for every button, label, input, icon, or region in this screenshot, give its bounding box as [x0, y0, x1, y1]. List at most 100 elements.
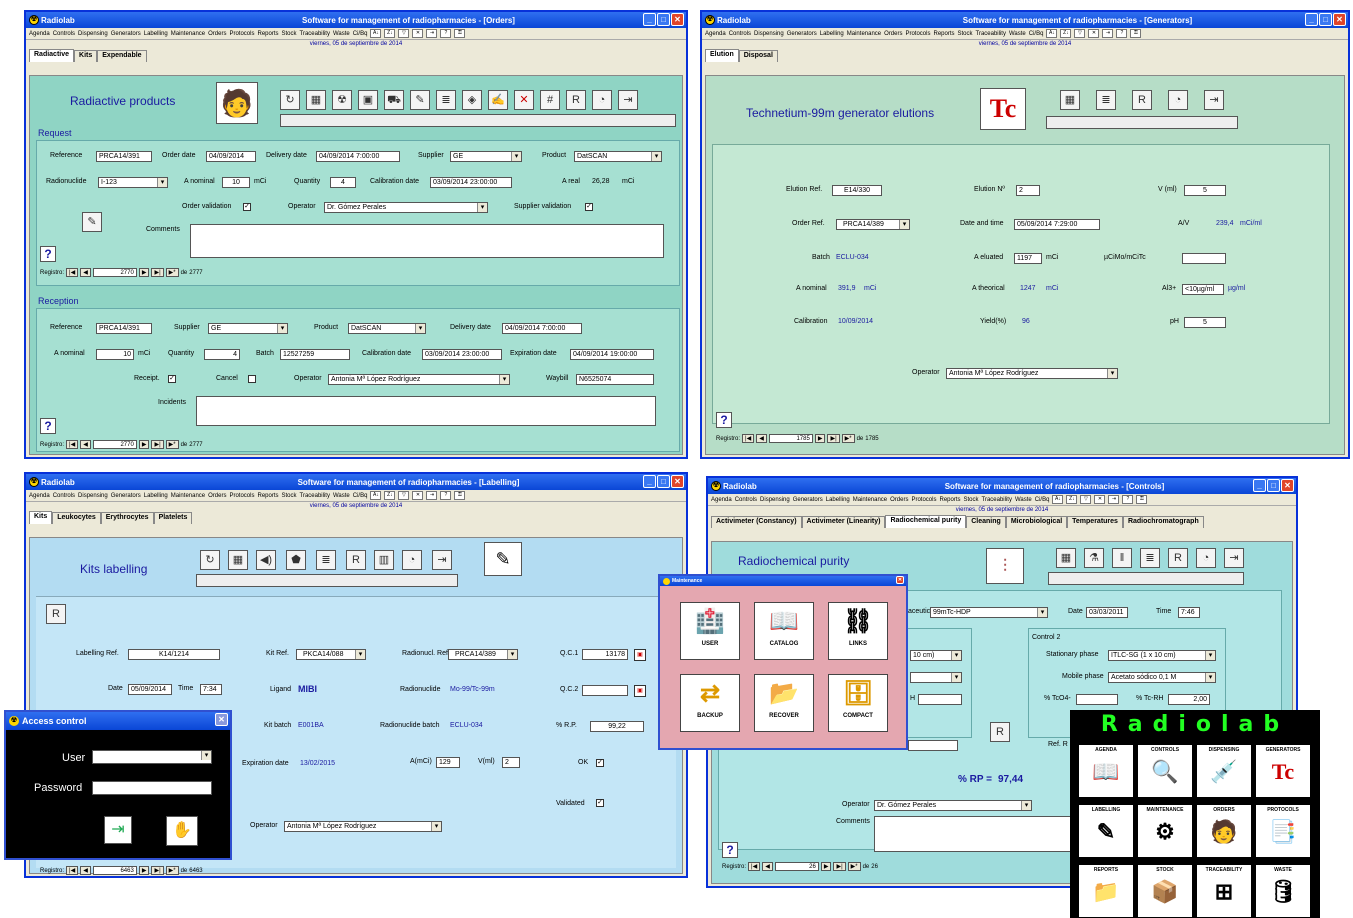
report-icon[interactable]: R [346, 550, 366, 570]
help-icon[interactable]: ? [1122, 495, 1134, 504]
control1-mobile-select[interactable] [910, 672, 962, 683]
satellite-dish-icon[interactable]: ◔ [592, 90, 612, 110]
compact-tile[interactable]: 🗄 COMPACT [828, 674, 888, 732]
menu-waste[interactable]: Waste [1009, 31, 1026, 37]
exit-door-icon[interactable]: ⇥ [432, 550, 452, 570]
radionucl-ref-select[interactable]: PRCA14/389 [448, 649, 518, 660]
exit-door-icon[interactable]: ⇥ [1224, 548, 1244, 568]
comments-field[interactable] [190, 224, 664, 258]
new-record-button[interactable]: ▶* [847, 862, 861, 871]
tab-kits[interactable]: Kits [29, 511, 53, 524]
help-icon[interactable]: ? [1116, 29, 1128, 38]
control1-stationary-select[interactable]: 10 cm) [910, 650, 962, 661]
calendar-grid-icon[interactable]: ▦ [1060, 90, 1080, 110]
first-record-button[interactable]: |◀ [748, 862, 761, 871]
report-icon[interactable]: R [1132, 90, 1152, 110]
operator-select[interactable]: Antonia Mª López Rodríguez [946, 368, 1118, 379]
tab-elution[interactable]: Elution [705, 49, 739, 62]
recover-tile[interactable]: 📂 RECOVER [754, 674, 814, 732]
first-record-button[interactable]: |◀ [742, 434, 755, 443]
supplier-select[interactable]: GE [450, 151, 522, 162]
minimize-button[interactable]: _ [1305, 13, 1318, 26]
number-list-icon[interactable]: # [540, 90, 560, 110]
pdf-attachment-icon[interactable]: ▣ [634, 649, 646, 661]
menu-reports[interactable]: Reports [939, 497, 960, 503]
menu-labelling[interactable]: Labelling [820, 31, 844, 37]
elution-ref-field[interactable]: E14/330 [832, 185, 882, 196]
exit-door-icon[interactable]: ⇥ [1204, 90, 1224, 110]
order-ref-select[interactable]: PRCA14/389 [836, 219, 910, 230]
fingerprint-icon[interactable]: ✋ [166, 816, 198, 846]
new-record-button[interactable]: ▶* [165, 268, 179, 277]
prev-record-button[interactable]: ◀ [80, 268, 91, 277]
incidents-field[interactable] [196, 396, 656, 426]
help-button[interactable]: ? [40, 246, 56, 262]
labelling-tile[interactable]: LABELLING ✎ [1078, 804, 1134, 858]
key-icon[interactable]: ⚿ [1136, 495, 1148, 504]
stationary-phase-select[interactable]: ITLC-SG (1 x 10 cm) [1108, 650, 1216, 661]
maximize-button[interactable]: □ [1267, 479, 1280, 492]
minimize-button[interactable]: _ [1253, 479, 1266, 492]
menu-maintenance[interactable]: Maintenance [171, 493, 205, 499]
key-icon[interactable]: ⚿ [454, 29, 466, 38]
order-validation-checkbox[interactable]: ✓ [243, 203, 251, 211]
access-titlebar[interactable]: ☢ Access control ✕ [6, 712, 230, 730]
prev-record-button[interactable]: ◀ [756, 434, 767, 443]
operator-select[interactable]: Antonia Mª López Rodríguez [284, 821, 442, 832]
filter-remove-icon[interactable]: ✕ [1094, 495, 1106, 504]
close-button[interactable]: ✕ [896, 576, 904, 584]
date-field[interactable]: 05/09/2014 [128, 684, 172, 695]
tco4-field[interactable] [1076, 694, 1118, 705]
tab-activimeter-constancy[interactable]: Activimeter (Constancy) [711, 516, 802, 528]
v-field[interactable]: 5 [1184, 185, 1226, 196]
r-quantity-field[interactable]: 4 [204, 349, 240, 360]
batch-field[interactable]: 12527259 [280, 349, 350, 360]
help-button[interactable]: ? [722, 842, 738, 858]
pdf-attachment-icon[interactable]: ▣ [634, 685, 646, 697]
tab-cleaning[interactable]: Cleaning [966, 516, 1006, 528]
maximize-button[interactable]: □ [1319, 13, 1332, 26]
generators-titlebar[interactable]: ☢ Radiolab Software for management of rad… [702, 12, 1348, 28]
catalog-tile[interactable]: 📖 CATALOG [754, 602, 814, 660]
links-tile[interactable]: ⛓ LINKS [828, 602, 888, 660]
record-number[interactable]: 1785 [768, 434, 813, 443]
menu-labelling[interactable]: Labelling [144, 493, 168, 499]
tab-radiochromatograph[interactable]: Radiochromatograph [1122, 516, 1204, 528]
time-field[interactable]: 7:34 [200, 684, 222, 695]
tcrh-field[interactable]: 2,00 [1168, 694, 1210, 705]
menu-cibq[interactable]: Ci/Bq [1035, 497, 1050, 503]
minimize-button[interactable]: _ [643, 13, 656, 26]
user-select[interactable] [92, 750, 212, 764]
menu-orders[interactable]: Orders [208, 31, 226, 37]
menu-traceability[interactable]: Traceability [300, 493, 330, 499]
menu-dispensing[interactable]: Dispensing [78, 31, 108, 37]
exit-icon[interactable]: ⇥ [1108, 495, 1120, 504]
next-record-button[interactable]: ▶ [814, 434, 826, 443]
filter-icon[interactable]: ▽ [398, 491, 410, 500]
kit-ref-select[interactable]: PKCA14/088 [296, 649, 366, 660]
filter-remove-icon[interactable]: ✕ [1088, 29, 1100, 38]
dispensing-tile[interactable]: DISPENSING 💉 [1196, 744, 1252, 798]
menu-dispensing[interactable]: Dispensing [760, 497, 790, 503]
menu-traceability[interactable]: Traceability [300, 31, 330, 37]
sort-asc-icon[interactable]: A↓ [370, 29, 382, 38]
r-a-nominal-field[interactable]: 10 [96, 349, 134, 360]
help-button[interactable]: ? [716, 412, 732, 428]
tag-icon[interactable]: ⬟ [286, 550, 306, 570]
prev-record-button[interactable]: ◀ [80, 866, 91, 875]
help-icon[interactable]: ? [440, 29, 452, 38]
tab-radiactive[interactable]: Radiactive [29, 49, 75, 62]
key-icon[interactable]: ⚿ [1130, 29, 1142, 38]
menu-agenda[interactable]: Agenda [29, 31, 50, 37]
prev-record-button[interactable]: ◀ [80, 440, 91, 449]
operator-select[interactable]: Dr. Gómez Perales [324, 202, 488, 213]
menu-dispensing[interactable]: Dispensing [78, 493, 108, 499]
menu-agenda[interactable]: Agenda [711, 497, 732, 503]
radiation-box-icon[interactable]: ☢ [332, 90, 352, 110]
radiopharmaceutical-select[interactable]: 99mTc-HDP [930, 607, 1048, 618]
menu-controls[interactable]: Controls [53, 31, 75, 37]
mobile-phase-select[interactable]: Acetato sódico 0,1 M [1108, 672, 1216, 683]
satellite-dish-icon[interactable]: ◔ [402, 550, 422, 570]
user-tile[interactable]: 🏥 USER [680, 602, 740, 660]
product-select[interactable]: DatSCAN [574, 151, 662, 162]
